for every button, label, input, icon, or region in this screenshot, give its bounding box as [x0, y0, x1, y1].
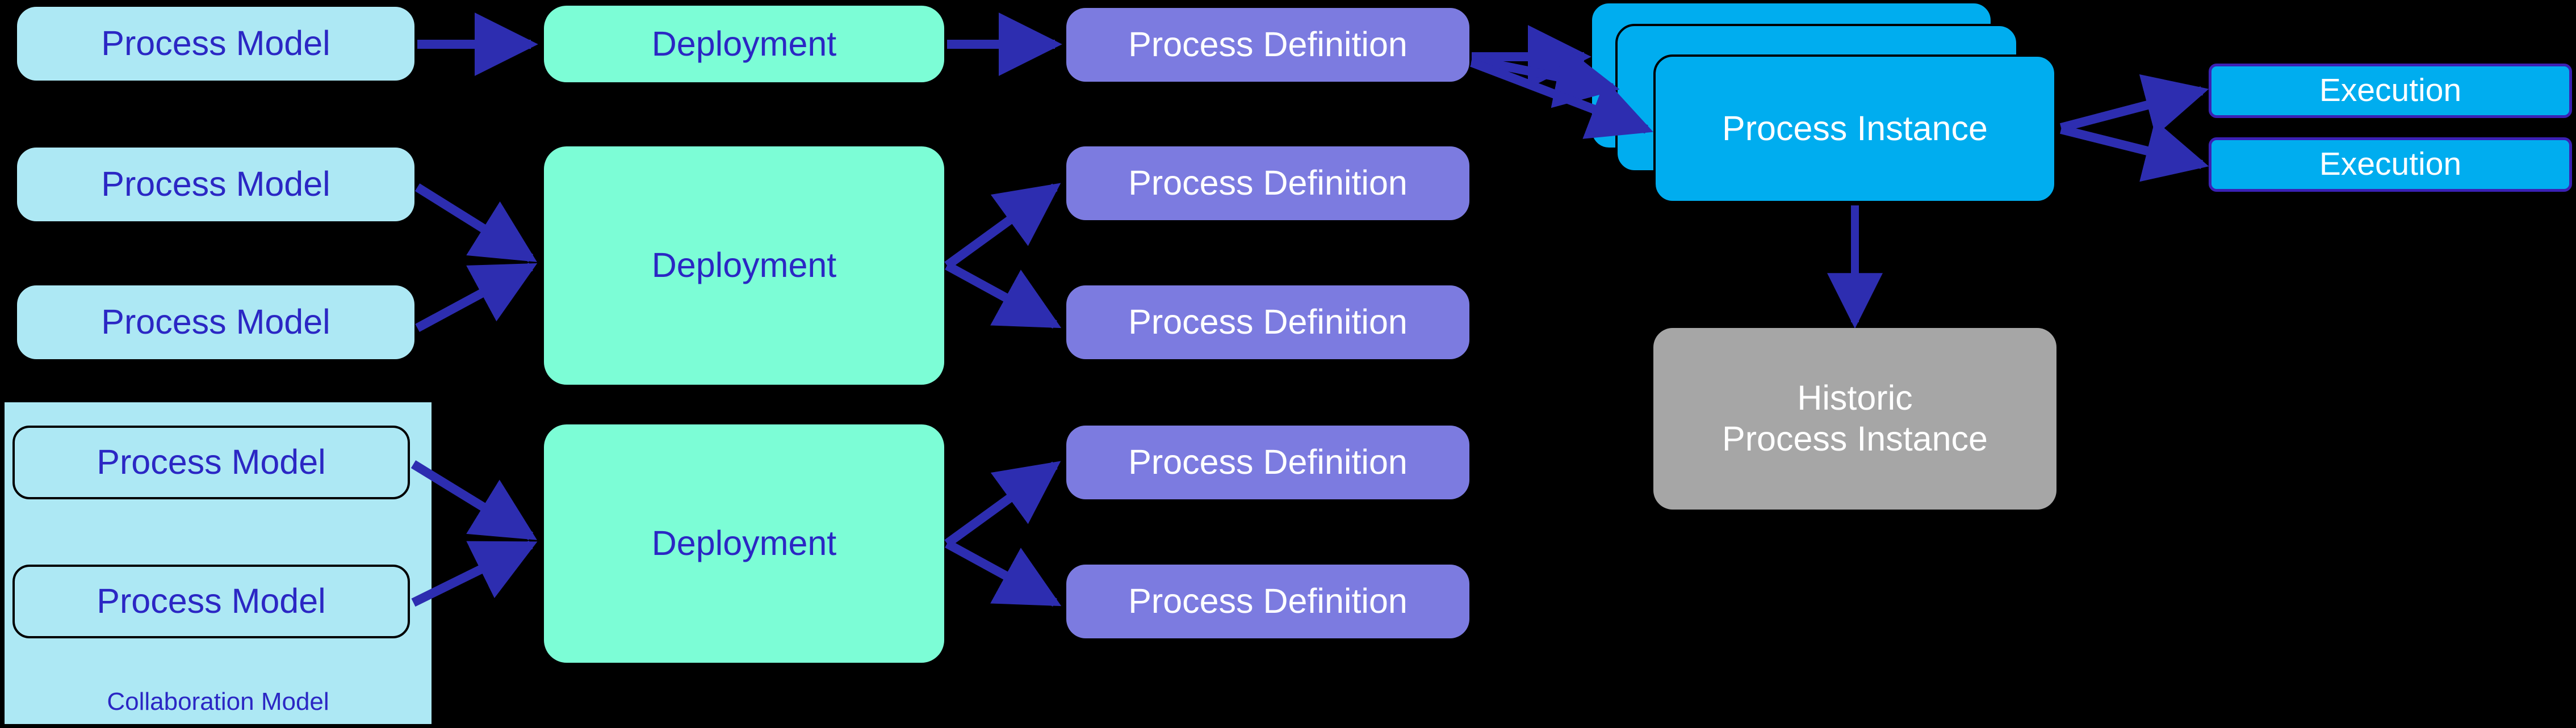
edge-deployment2-definition2 — [944, 183, 1061, 270]
process-definition-node[interactable]: Process Definition — [1066, 285, 1469, 359]
process-definition-node[interactable]: Process Definition — [1066, 146, 1469, 220]
edge-instance-execution1 — [2059, 74, 2209, 136]
edge-model3-deployment2 — [415, 262, 538, 333]
process-model-node[interactable]: Process Model — [17, 7, 414, 81]
process-model-node[interactable]: Process Model — [17, 148, 414, 221]
historic-process-instance-node[interactable]: Historic Process Instance — [1653, 328, 2056, 510]
deployment-node[interactable]: Deployment — [544, 424, 944, 663]
edge-deployment3-definition5 — [945, 539, 1062, 607]
edge-instance-execution2 — [2060, 120, 2209, 182]
process-definition-node[interactable]: Process Definition — [1066, 426, 1469, 499]
execution-node[interactable]: Execution — [2209, 64, 2572, 118]
process-model-node[interactable]: Process Model — [17, 285, 414, 359]
process-model-node[interactable]: Process Model — [12, 565, 410, 638]
process-instance-node[interactable]: Process Instance — [1653, 54, 2056, 203]
process-definition-node[interactable]: Process Definition — [1066, 565, 1469, 638]
execution-node[interactable]: Execution — [2209, 137, 2572, 192]
diagram-canvas: Collaboration Model Process Model Proces… — [0, 0, 2576, 728]
edge-deployment2-definition3 — [945, 261, 1062, 329]
collaboration-model-label: Collaboration Model — [107, 688, 329, 716]
process-definition-node[interactable]: Process Definition — [1066, 8, 1469, 82]
edge-model2-deployment2 — [414, 183, 537, 262]
process-model-node[interactable]: Process Model — [12, 426, 410, 499]
deployment-node[interactable]: Deployment — [544, 146, 944, 385]
edge-deployment3-definition4 — [944, 461, 1061, 548]
deployment-node[interactable]: Deployment — [544, 6, 944, 82]
